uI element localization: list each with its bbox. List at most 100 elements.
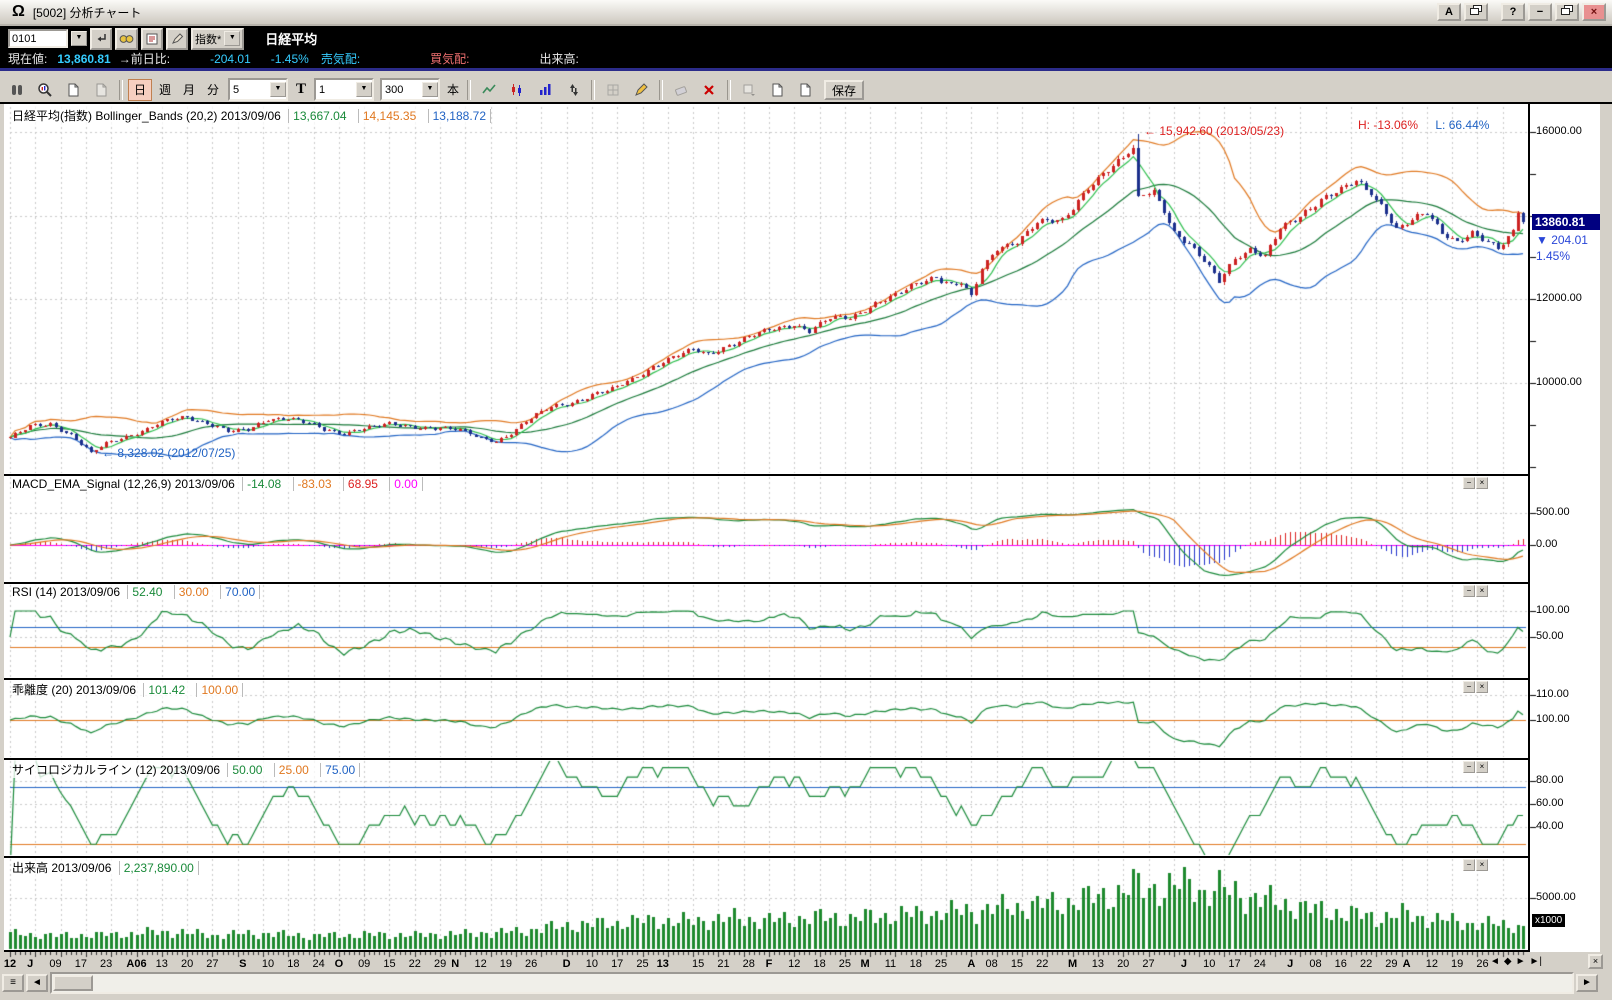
x-axis-label: J [1181,958,1187,970]
period-day-toggle[interactable]: 日 [128,79,152,101]
kairi-minimize-button[interactable]: − [1463,681,1475,693]
x-axis-label: 22 [1360,958,1372,970]
price-chart-canvas[interactable] [4,106,1600,474]
candle-chart-mode-button[interactable] [504,79,530,101]
period-week-toggle[interactable]: 週 [154,80,176,100]
memo-button[interactable] [141,28,163,50]
restore-button[interactable] [1555,3,1579,21]
draw-tool-button[interactable] [166,28,188,50]
nav-left-button[interactable]: ◄ [1490,956,1500,967]
toolbar: 日 週 月 分 5 ▼ T 1 ▼ 300 ▼ 本 保存 [0,77,1612,104]
x-axis-label: 17 [75,958,87,970]
volume-mode-button[interactable] [532,79,558,101]
rsi-close-button[interactable]: × [1476,585,1488,597]
minimize-button[interactable]: − [1528,3,1552,21]
nav-end-button[interactable]: ►| [1530,956,1543,967]
volume-close-button[interactable]: × [1476,859,1488,871]
nav-right-button[interactable]: ► [1516,956,1526,967]
volume-minimize-button[interactable]: − [1463,859,1475,871]
tick-dropdown-button[interactable]: ▼ [356,82,372,97]
interval-dropdown-button[interactable]: ▼ [270,82,286,97]
font-button[interactable]: A [1437,3,1461,21]
search-button[interactable] [115,28,138,50]
x-axis-label: 11 [885,958,896,970]
scroll-right-button[interactable]: ► [1576,974,1598,992]
compare-button[interactable] [4,79,30,101]
zoom-button[interactable] [32,79,58,101]
scale-adjust-button[interactable] [560,79,586,101]
nav-marker-icon: ◆ [1504,956,1512,967]
volume-header-text: 出来高 2013/09/06 [12,861,111,875]
x-axis-label: D [563,958,571,970]
x-axis-label: J [1287,958,1293,970]
copy-chart-button[interactable] [736,79,762,101]
page-icon [65,82,81,98]
tick-select[interactable]: 1 ▼ [314,78,374,101]
close-button[interactable]: × [1582,3,1606,21]
symbol-code-input[interactable] [8,29,68,48]
bar-count-dropdown-button[interactable]: ▼ [422,82,438,97]
y-axis-label: 0.00 [1536,538,1557,550]
price-label: 現在値: [8,50,47,67]
axis-close-button[interactable]: × [1588,954,1603,969]
scrollbar-track[interactable] [50,972,1574,994]
change-percent: -1.45% [271,52,309,66]
save-button[interactable]: 保存 [824,80,864,100]
bar-count-select[interactable]: 300 ▼ [380,78,440,101]
kairi-chart-canvas[interactable] [4,680,1600,758]
psychological-close-button[interactable]: × [1476,761,1488,773]
kairi-close-button[interactable]: × [1476,681,1488,693]
period-month-toggle[interactable]: 月 [178,80,200,100]
y-axis-label: 100.00 [1536,713,1570,725]
restore-icon [1561,5,1573,15]
x-axis-label: 29 [434,958,446,970]
eraser-button[interactable] [668,79,694,101]
macd-close-button[interactable]: × [1476,477,1488,489]
macd-minimize-button[interactable]: − [1463,477,1475,489]
line-chart-mode-button[interactable] [476,79,502,101]
red-x-icon [701,82,717,98]
psychological-panel: サイコロジカルライン (12) 2013/09/06 50.00 25.00 7… [4,758,1600,856]
bb-upper-value: 14,145.35 [358,109,420,123]
rsi-value: 52.40 [127,585,166,599]
page-settings-button[interactable] [88,79,114,101]
macd-ema-value: -83.03 [293,477,336,491]
delete-all-button[interactable] [696,79,722,101]
layout-button[interactable] [764,79,790,101]
macd-chart-canvas[interactable] [4,476,1600,582]
x-axis-label: 15 [692,958,704,970]
category-dropdown-button[interactable]: ▼ [224,31,240,46]
help-button[interactable]: ? [1501,3,1525,21]
copy-window-button[interactable] [1464,3,1488,21]
interval-select[interactable]: 5 ▼ [228,78,288,101]
grid-button[interactable] [600,79,626,101]
x-axis-label: 21 [717,958,729,970]
new-page-button[interactable] [60,79,86,101]
scrollbar-thumb[interactable] [53,975,93,991]
x-axis-label: 17 [611,958,623,970]
page-icon [769,82,785,98]
enter-button[interactable] [90,28,112,50]
x-axis-label: 15 [383,958,395,970]
period-minute-toggle[interactable]: 分 [202,80,224,100]
x-axis-label: 15 [1011,958,1023,970]
volume-chart-canvas[interactable] [4,858,1600,950]
layout-save-button[interactable] [792,79,818,101]
scroll-left-button[interactable]: ◄ [26,974,48,992]
draw-line-button[interactable] [628,79,654,101]
x-axis-label: A [967,958,975,970]
interval-value: 5 [230,84,270,96]
x-axis-label: 10 [586,958,598,970]
scroll-grip-button[interactable]: ≡ [2,974,24,992]
symbol-dropdown-button[interactable]: ▼ [71,31,87,46]
rsi-minimize-button[interactable]: − [1463,585,1475,597]
low-stat: L: 66.44% [1435,118,1489,132]
current-price: 13,860.81 [57,52,110,66]
x-axis-label: 28 [743,958,755,970]
category-select[interactable]: 指数* ▼ [191,28,244,50]
x-axis-label: 08 [1309,958,1321,970]
tick-value: 1 [316,84,356,96]
psychological-minimize-button[interactable]: − [1463,761,1475,773]
kairi-value: 101.42 [143,683,189,697]
macd-panel: MACD_EMA_Signal (12,26,9) 2013/09/06 -14… [4,474,1600,582]
